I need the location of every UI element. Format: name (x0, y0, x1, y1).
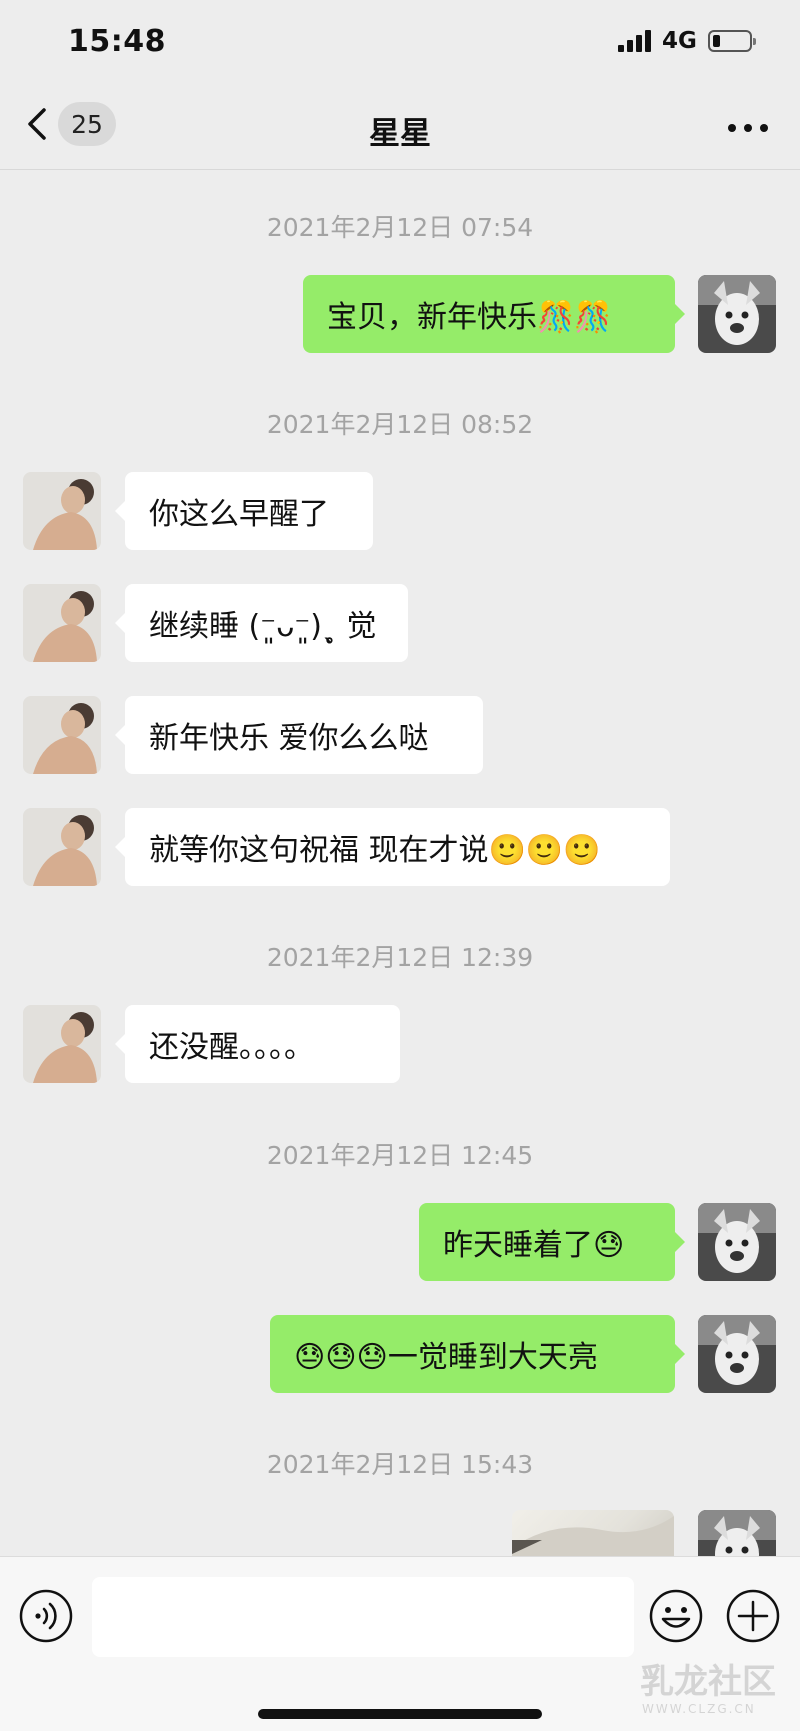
avatar-contact[interactable] (23, 808, 101, 886)
avatar-self[interactable] (698, 1203, 776, 1281)
avatar-contact[interactable] (23, 1005, 101, 1083)
plus-icon[interactable] (725, 1588, 781, 1644)
dog-avatar-icon (698, 1315, 776, 1393)
more-horizontal-icon[interactable] (724, 108, 772, 148)
photo-thumbnail (512, 1516, 674, 1556)
timestamp: 2021年2月12日 12:39 (266, 943, 534, 972)
avatar-self[interactable] (698, 1510, 776, 1556)
status-time: 15:48 (68, 24, 166, 59)
message-bubble-incoming[interactable]: 还没醒。。。。 (115, 1005, 400, 1083)
avatar-contact[interactable] (23, 696, 101, 774)
timestamp: 2021年2月12日 15:43 (266, 1450, 534, 1479)
image-message[interactable] (512, 1510, 674, 1556)
message-bubble-incoming[interactable]: 继续睡 (⁻͈ᴗ⁻͈)ˎ̥ 觉 (115, 584, 408, 662)
battery-icon (708, 30, 756, 52)
network-type: 4G (662, 28, 697, 54)
message-bubble-outgoing[interactable]: 😓😓😓一觉睡到大天亮 (270, 1315, 685, 1393)
woman-avatar-icon (23, 472, 101, 550)
timestamp: 2021年2月12日 12:45 (266, 1141, 534, 1170)
svg-text:乳龙社区: 乳龙社区 (640, 1662, 776, 1702)
message-bubble-outgoing[interactable]: 宝贝，新年快乐🎊🎊 (303, 275, 685, 353)
message-bubble-outgoing[interactable]: 昨天睡着了😓 (419, 1203, 685, 1281)
chat-input-bar: 乳龙社区 WWW.CLZG.CN (0, 1556, 800, 1731)
avatar-contact[interactable] (23, 472, 101, 550)
site-watermark: 乳龙社区 WWW.CLZG.CN (640, 1662, 776, 1716)
woman-avatar-icon (23, 584, 101, 662)
emoji-icon[interactable] (648, 1588, 704, 1644)
avatar-contact[interactable] (23, 584, 101, 662)
chat-header: 25 星星 (0, 90, 800, 170)
woman-avatar-icon (23, 1005, 101, 1083)
dog-avatar-icon (698, 275, 776, 353)
timestamp: 2021年2月12日 07:54 (266, 213, 534, 242)
avatar-self[interactable] (698, 275, 776, 353)
signal-icon (618, 30, 651, 52)
message-list[interactable]: 2021年2月12日 07:54 宝贝，新年快乐🎊🎊 2021年2月12日 08… (0, 170, 800, 1556)
message-bubble-incoming[interactable]: 新年快乐 爱你么么哒 (115, 696, 483, 774)
svg-text:WWW.CLZG.CN: WWW.CLZG.CN (642, 1702, 756, 1716)
battery-level (713, 35, 720, 47)
woman-avatar-icon (23, 808, 101, 886)
woman-avatar-icon (23, 696, 101, 774)
dog-avatar-icon (698, 1510, 776, 1556)
home-indicator[interactable] (258, 1709, 542, 1719)
dog-avatar-icon (698, 1203, 776, 1281)
voice-icon[interactable] (18, 1588, 74, 1644)
message-bubble-incoming[interactable]: 就等你这句祝福 现在才说🙂🙂🙂 (115, 808, 670, 886)
chat-title: 星星 (369, 116, 431, 152)
message-input[interactable] (92, 1577, 634, 1657)
status-bar: 15:48 4G (0, 0, 800, 90)
message-bubble-incoming[interactable]: 你这么早醒了 (115, 472, 373, 550)
avatar-self[interactable] (698, 1315, 776, 1393)
timestamp: 2021年2月12日 08:52 (266, 410, 534, 439)
